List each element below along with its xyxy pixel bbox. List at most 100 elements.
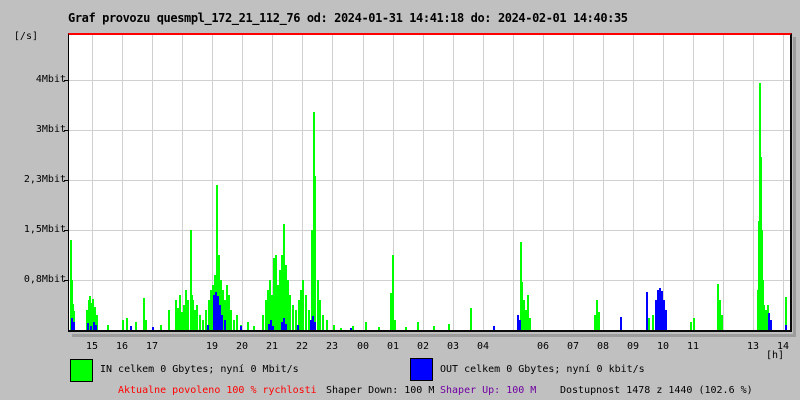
value-gridline bbox=[69, 130, 790, 131]
traffic-graph-page: { "title": "Graf provozu quesmpl_172_21_… bbox=[0, 0, 800, 400]
traffic-bar-in bbox=[352, 326, 354, 330]
traffic-bar-in bbox=[230, 310, 232, 330]
traffic-bar-out bbox=[130, 326, 132, 330]
x-tick-label: 21 bbox=[265, 341, 279, 352]
x-tick-label: 13 bbox=[746, 341, 760, 352]
page-title: Graf provozu quesmpl_172_21_112_76 od: 2… bbox=[68, 11, 628, 25]
plot-shadow bbox=[793, 37, 796, 334]
legend-availability: Dostupnost 1478 z 1440 (102.6 %) bbox=[560, 385, 753, 396]
value-gridline bbox=[69, 80, 790, 81]
traffic-bar-in bbox=[305, 295, 307, 330]
value-gridline bbox=[69, 280, 790, 281]
traffic-bar-out bbox=[519, 320, 521, 330]
y-tick-label: 1,5Mbit bbox=[23, 224, 66, 235]
traffic-bar-in bbox=[160, 325, 162, 330]
traffic-bar-in bbox=[340, 328, 342, 330]
traffic-bar-in bbox=[693, 318, 695, 330]
plot-shadow bbox=[72, 334, 796, 337]
traffic-bar-in bbox=[135, 322, 137, 330]
traffic-bar-in bbox=[598, 312, 600, 330]
x-tick-label: 11 bbox=[686, 341, 700, 352]
x-tick-label: 03 bbox=[446, 341, 460, 352]
traffic-bar-out bbox=[224, 320, 226, 330]
traffic-bar-out bbox=[272, 326, 274, 330]
traffic-bar-in bbox=[690, 322, 692, 330]
traffic-bar-out bbox=[297, 325, 299, 330]
x-tick-label: 07 bbox=[566, 341, 580, 352]
traffic-bar-out bbox=[73, 322, 75, 330]
traffic-bar-in bbox=[417, 322, 419, 330]
x-tick-label: 00 bbox=[356, 341, 370, 352]
traffic-bar-in bbox=[405, 327, 407, 330]
legend-out-swatch bbox=[410, 358, 433, 381]
traffic-bar-in bbox=[333, 325, 335, 330]
x-tick-label: 08 bbox=[596, 341, 610, 352]
traffic-bar-in bbox=[187, 300, 189, 330]
traffic-bar-in bbox=[262, 315, 264, 330]
traffic-bar-in bbox=[433, 326, 435, 330]
traffic-bar-out bbox=[207, 325, 209, 330]
traffic-bar-in bbox=[236, 315, 238, 330]
traffic-bar-out bbox=[620, 317, 622, 330]
y-tick-label: 4Mbit bbox=[35, 74, 66, 85]
traffic-bar-in bbox=[289, 295, 291, 330]
y-tick-label: 2,3Mbit bbox=[23, 174, 66, 185]
x-tick-label: 04 bbox=[476, 341, 490, 352]
traffic-bar-in bbox=[448, 324, 450, 330]
y-tick-label: 3Mbit bbox=[35, 124, 66, 135]
traffic-bar-in bbox=[378, 327, 380, 330]
traffic-bar-out bbox=[240, 326, 242, 330]
traffic-bar-out bbox=[221, 315, 223, 330]
y-tick-label: 0,8Mbit bbox=[23, 274, 66, 285]
traffic-bar-out bbox=[314, 322, 316, 330]
traffic-bar-in bbox=[392, 255, 394, 330]
x-tick-label: 06 bbox=[536, 341, 550, 352]
traffic-bar-in bbox=[648, 318, 650, 330]
traffic-bar-out bbox=[785, 325, 787, 330]
legend-allowed-speed: Aktualne povoleno 100 % rychlosti bbox=[118, 385, 317, 396]
traffic-bar-out bbox=[646, 292, 648, 330]
y-axis-unit-label: [/s] bbox=[13, 31, 38, 42]
legend-in-swatch bbox=[70, 359, 93, 382]
traffic-bar-in bbox=[529, 318, 531, 330]
traffic-bar-in bbox=[247, 322, 249, 330]
traffic-bar-out bbox=[350, 328, 352, 330]
traffic-bar-in bbox=[292, 305, 294, 330]
traffic-bar-in bbox=[199, 315, 201, 330]
traffic-bar-in bbox=[319, 300, 321, 330]
traffic-bar-in bbox=[314, 176, 316, 330]
traffic-bar-out bbox=[87, 323, 89, 330]
traffic-bar-in bbox=[253, 326, 255, 330]
x-tick-label: 10 bbox=[656, 341, 670, 352]
x-tick-label: 14 bbox=[776, 341, 790, 352]
traffic-bar-in bbox=[202, 320, 204, 330]
traffic-bar-in bbox=[196, 305, 198, 330]
traffic-bar-out bbox=[95, 325, 97, 330]
x-tick-label: 17 bbox=[145, 341, 159, 352]
x-tick-label: 02 bbox=[416, 341, 430, 352]
traffic-bar-in bbox=[145, 320, 147, 330]
traffic-bar-in bbox=[394, 320, 396, 330]
value-gridline bbox=[69, 230, 790, 231]
traffic-bar-in bbox=[326, 320, 328, 330]
traffic-bar-in bbox=[652, 315, 654, 330]
traffic-bar-out bbox=[770, 320, 772, 330]
traffic-bar-in bbox=[322, 315, 324, 330]
x-tick-label: 15 bbox=[85, 341, 99, 352]
traffic-bar-out bbox=[285, 324, 287, 330]
plot-area bbox=[68, 33, 792, 332]
traffic-bar-in bbox=[122, 320, 124, 330]
legend-out-label: OUT celkem 0 Gbytes; nyní 0 kbit/s bbox=[440, 364, 645, 375]
traffic-bar-in bbox=[470, 308, 472, 330]
value-gridline bbox=[69, 180, 790, 181]
x-tick-label: 22 bbox=[295, 341, 309, 352]
traffic-bar-in bbox=[126, 318, 128, 330]
legend-in-label: IN celkem 0 Gbytes; nyní 0 Mbit/s bbox=[100, 364, 299, 375]
traffic-bar-out bbox=[152, 327, 154, 330]
x-tick-label: 01 bbox=[386, 341, 400, 352]
traffic-bar-in bbox=[365, 322, 367, 330]
x-tick-label: 19 bbox=[205, 341, 219, 352]
traffic-bar-in bbox=[107, 325, 109, 330]
legend-shaper-up: Shaper Up: 100 M bbox=[440, 385, 537, 396]
x-tick-label: 20 bbox=[235, 341, 249, 352]
